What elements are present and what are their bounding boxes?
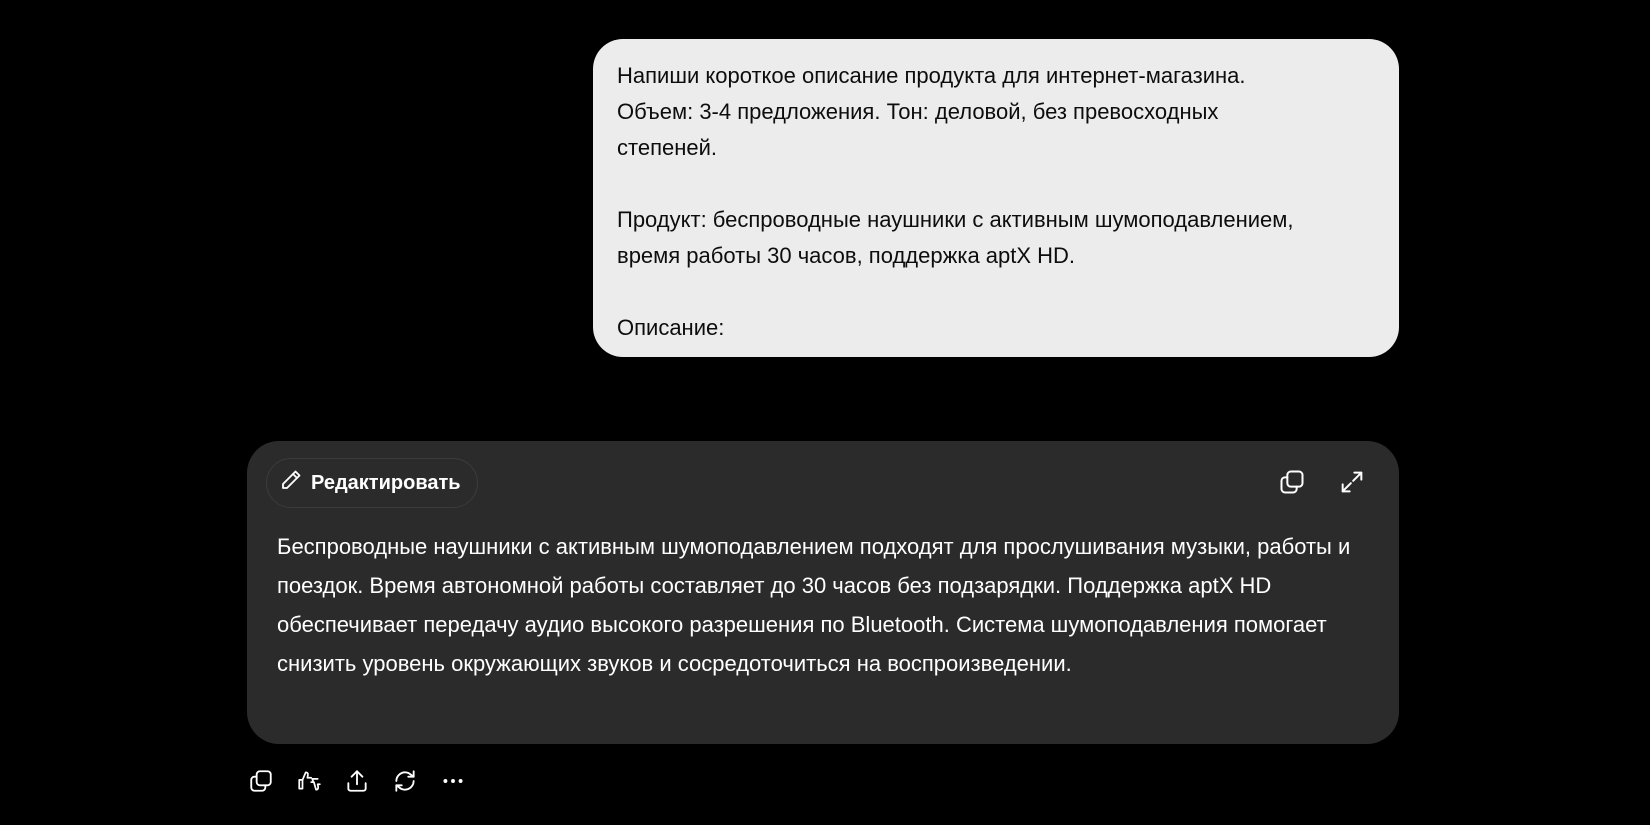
user-message-line: время работы 30 часов, поддержка aptX HD… <box>617 243 1076 268</box>
thumbs-up-down-icon[interactable] <box>292 764 326 798</box>
user-message-line: Объем: 3-4 предложения. Тон: деловой, бе… <box>617 99 1219 124</box>
user-message-bubble: Напиши короткое описание продукта для ин… <box>593 39 1399 357</box>
copy-icon[interactable] <box>1275 465 1309 499</box>
edit-button-label: Редактировать <box>311 471 461 494</box>
user-message-line: Продукт: беспроводные наушники с активны… <box>617 207 1294 232</box>
user-message-line: Описание: <box>617 315 725 340</box>
regenerate-icon[interactable] <box>388 764 422 798</box>
user-message-line: Напиши короткое описание продукта для ин… <box>617 63 1246 88</box>
pencil-icon <box>279 468 303 498</box>
expand-icon[interactable] <box>1335 465 1369 499</box>
copy-icon[interactable] <box>244 764 278 798</box>
share-icon[interactable] <box>340 764 374 798</box>
canvas-response-card: Редактировать Беспроводные наушники с ак… <box>247 441 1399 744</box>
user-message-line: степеней. <box>617 135 717 160</box>
response-text: Беспроводные наушники с активным шумопод… <box>277 534 1351 676</box>
more-icon[interactable] <box>436 764 470 798</box>
message-action-bar <box>244 764 470 798</box>
chat-page: Напиши короткое описание продукта для ин… <box>0 0 1650 825</box>
edit-button[interactable]: Редактировать <box>266 458 478 508</box>
